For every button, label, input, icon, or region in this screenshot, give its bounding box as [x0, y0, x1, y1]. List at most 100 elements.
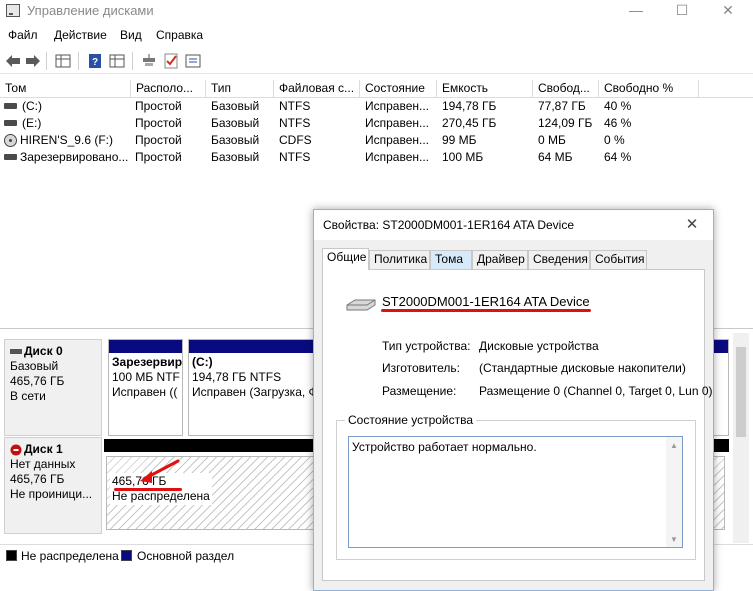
close-button[interactable]: ✕ — [705, 1, 751, 21]
tab-general[interactable]: Общие — [322, 248, 369, 270]
manufacturer-value: (Стандартные дисковые накопители) — [479, 361, 686, 375]
location-value: Размещение 0 (Channel 0, Target 0, Lun 0… — [479, 384, 713, 398]
maximize-button[interactable]: ☐ — [659, 1, 705, 21]
tab-details[interactable]: Сведения — [528, 250, 590, 269]
column-header[interactable]: Располо... — [131, 80, 206, 98]
drive-icon — [4, 103, 17, 109]
partition-size: 100 МБ NTF — [112, 370, 180, 384]
table-row[interactable]: Зарезервировано... Простой Базовый NTFS … — [0, 149, 753, 166]
disk-area-scrollbar[interactable] — [733, 333, 749, 543]
dialog-title-bar[interactable]: Свойства: ST2000DM001-1ER164 ATA Device … — [314, 210, 713, 240]
back-arrow-icon[interactable] — [4, 52, 22, 70]
free-percent-cell: 0 % — [604, 133, 625, 147]
svg-text:?: ? — [92, 57, 98, 68]
layout-cell: Простой — [135, 116, 182, 130]
manufacturer-label: Изготовитель: — [382, 361, 460, 375]
free-percent-cell: 40 % — [604, 99, 632, 113]
scroll-down-icon[interactable]: ▼ — [670, 535, 678, 544]
column-header[interactable]: Том — [0, 80, 131, 98]
device-status-group: Состояние устройства Устройство работает… — [336, 413, 696, 560]
device-status-text: Устройство работает нормально. — [352, 440, 537, 454]
type-cell: Базовый — [211, 150, 260, 164]
tab-events[interactable]: События — [590, 250, 647, 269]
menu-file[interactable]: Файл — [8, 28, 38, 42]
column-header[interactable]: Состояние — [360, 80, 437, 98]
annotation-arrow-icon — [140, 459, 180, 483]
grid-view-icon[interactable] — [108, 52, 126, 70]
column-header[interactable]: Свободно % — [599, 80, 699, 98]
disk-0-label[interactable]: Диск 0 Базовый 465,76 ГБ В сети — [4, 339, 102, 436]
disk-status: Не проиници... — [10, 487, 93, 501]
properties-icon[interactable] — [184, 52, 202, 70]
disk-error-icon — [10, 444, 22, 456]
column-header[interactable]: Свобод... — [533, 80, 599, 98]
disk-size: 465,76 ГБ — [10, 374, 65, 388]
table-row[interactable]: (C:) Простой Базовый NTFS Исправен... 19… — [0, 98, 753, 115]
device-status-textbox[interactable]: Устройство работает нормально. ▲ ▼ — [348, 436, 683, 548]
cd-drive-icon — [4, 134, 17, 147]
legend-swatch-primary — [121, 550, 132, 561]
forward-arrow-icon[interactable] — [24, 52, 42, 70]
disk-1-label[interactable]: Диск 1 Нет данных 465,76 ГБ Не проиници.… — [4, 437, 102, 534]
capacity-cell: 270,45 ГБ — [442, 116, 497, 130]
menu-help[interactable]: Справка — [156, 28, 203, 42]
tab-panel-general: ST2000DM001-1ER164 ATA Device Тип устрой… — [322, 269, 713, 581]
primary-partition-bar — [189, 340, 322, 353]
toolbar-separator — [78, 52, 79, 70]
partition-reserved[interactable]: Зарезервир 100 МБ NTF Исправен (( — [108, 339, 183, 436]
table-row[interactable]: (E:) Простой Базовый NTFS Исправен... 27… — [0, 115, 753, 132]
help-icon[interactable]: ? — [86, 52, 104, 70]
disk-name: Диск 0 — [24, 344, 63, 358]
tab-volumes[interactable]: Тома — [430, 250, 472, 269]
filesystem-cell: CDFS — [279, 133, 312, 147]
scrollbar-thumb[interactable] — [736, 347, 746, 437]
filesystem-cell: NTFS — [279, 116, 311, 130]
type-cell: Базовый — [211, 116, 260, 130]
window-title: Управление дисками — [27, 3, 154, 18]
column-header[interactable]: Файловая с... — [274, 80, 360, 98]
minimize-button[interactable]: — — [613, 1, 659, 21]
partition-status: Исправен (Загрузка, Ф — [192, 385, 318, 399]
partition-c[interactable]: (C:) 194,78 ГБ NTFS Исправен (Загрузка, … — [188, 339, 323, 436]
status-cell: Исправен... — [365, 116, 430, 130]
volume-name: (E:) — [22, 116, 42, 130]
free-cell: 0 МБ — [538, 133, 566, 147]
table-row[interactable]: HIREN'S_9.6 (F:) Простой Базовый CDFS Ис… — [0, 132, 753, 149]
capacity-cell: 194,78 ГБ — [442, 99, 497, 113]
disk-size: 465,76 ГБ — [10, 472, 65, 486]
capacity-cell: 100 МБ — [442, 150, 484, 164]
legend-label: Основной раздел — [137, 549, 235, 563]
dialog-close-button[interactable]: ✕ — [674, 214, 710, 236]
menu-view[interactable]: Вид — [120, 28, 142, 42]
menu-action[interactable]: Действие — [54, 28, 107, 42]
disk-status: В сети — [10, 389, 46, 403]
grid-view-icon[interactable] — [54, 52, 72, 70]
free-cell: 77,87 ГБ — [538, 99, 586, 113]
volume-name: HIREN'S_9.6 (F:) — [20, 133, 113, 147]
layout-cell: Простой — [135, 150, 182, 164]
column-header[interactable]: Тип — [206, 80, 274, 98]
legend-label: Не распределена — [21, 549, 119, 563]
free-percent-cell: 64 % — [604, 150, 632, 164]
connect-icon[interactable] — [140, 52, 158, 70]
tab-policy[interactable]: Политика — [369, 250, 430, 269]
disk-type: Базовый — [10, 359, 59, 373]
scroll-up-icon[interactable]: ▲ — [670, 441, 678, 450]
device-type-value: Дисковые устройства — [479, 339, 599, 353]
legend-swatch-unallocated — [6, 550, 17, 561]
title-bar: Управление дисками — ☐ ✕ — [0, 0, 753, 22]
layout-cell: Простой — [135, 133, 182, 147]
status-cell: Исправен... — [365, 133, 430, 147]
textbox-scrollbar[interactable]: ▲ ▼ — [666, 437, 682, 547]
toolbar: ? — [0, 48, 753, 74]
filesystem-cell: NTFS — [279, 150, 311, 164]
type-cell: Базовый — [211, 99, 260, 113]
annotation-underline — [114, 488, 182, 491]
column-header[interactable]: Емкость — [437, 80, 533, 98]
check-icon[interactable] — [162, 52, 180, 70]
free-cell: 124,09 ГБ — [538, 116, 593, 130]
annotation-underline — [381, 309, 591, 312]
volume-name: (C:) — [22, 99, 42, 113]
tab-driver[interactable]: Драйвер — [472, 250, 528, 269]
device-name: ST2000DM001-1ER164 ATA Device — [382, 294, 590, 309]
